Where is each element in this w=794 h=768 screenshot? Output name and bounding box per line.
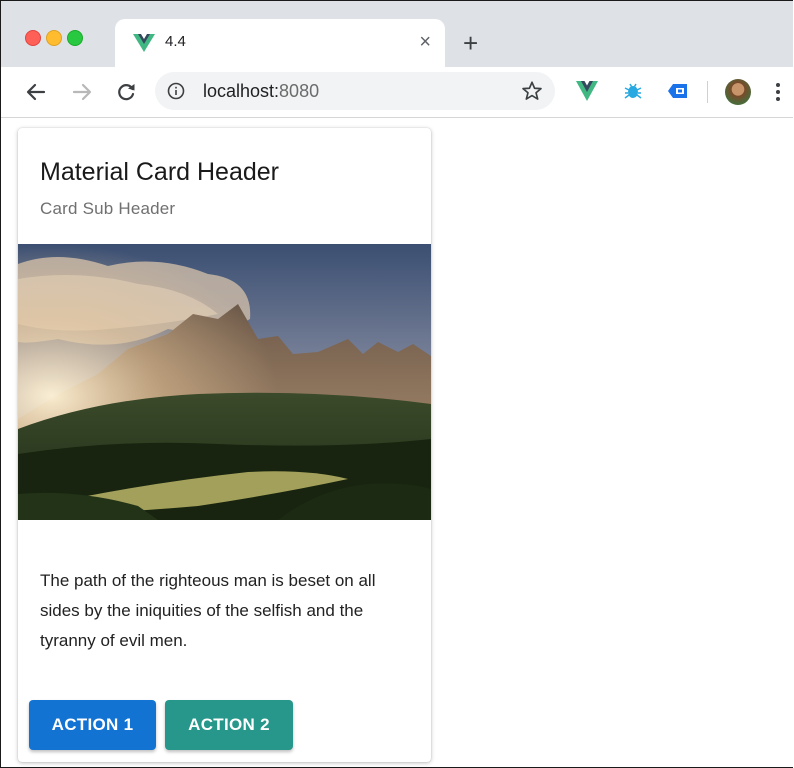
url-port: 8080 [279,81,320,101]
toolbar-separator [707,81,708,103]
active-tab[interactable]: 4.4 × [115,19,445,67]
card-media-image [18,244,431,520]
tab-strip: 4.4 × + [1,1,793,67]
tag-extension-icon[interactable] [667,81,689,101]
action-1-button[interactable]: ACTION 1 [29,700,156,750]
vue-extension-icon[interactable] [576,81,598,101]
star-icon[interactable] [521,80,543,102]
info-icon[interactable] [167,82,185,100]
url-text: localhost:8080 [203,81,319,102]
card-subtitle: Card Sub Header [40,199,176,218]
forward-arrow-icon[interactable] [69,79,95,105]
page-content: Material Card Header Card Sub Header The… [1,118,793,767]
material-card: Material Card Header Card Sub Header The… [18,128,431,762]
card-supporting-text: The path of the righteous man is beset o… [40,571,376,650]
plus-icon[interactable]: + [463,30,478,56]
browser-toolbar: localhost:8080 [1,67,793,118]
bug-extension-icon[interactable] [623,81,643,101]
close-icon[interactable]: × [419,31,431,53]
vue-favicon-icon [133,34,155,52]
kebab-menu-icon[interactable] [775,81,781,103]
url-host: localhost: [203,81,280,101]
browser-window: 4.4 × + localhost:8080 Material Card Hea… [0,0,793,768]
maximize-window-button[interactable] [67,30,83,46]
back-arrow-icon[interactable] [23,79,49,105]
action-2-button[interactable]: ACTION 2 [165,700,293,750]
tab-title: 4.4 [165,33,186,50]
minimize-window-button[interactable] [46,30,62,46]
avatar[interactable] [725,79,751,105]
close-window-button[interactable] [25,30,41,46]
card-title: Material Card Header [40,158,279,186]
address-bar[interactable]: localhost:8080 [155,72,555,110]
reload-icon[interactable] [113,79,139,105]
